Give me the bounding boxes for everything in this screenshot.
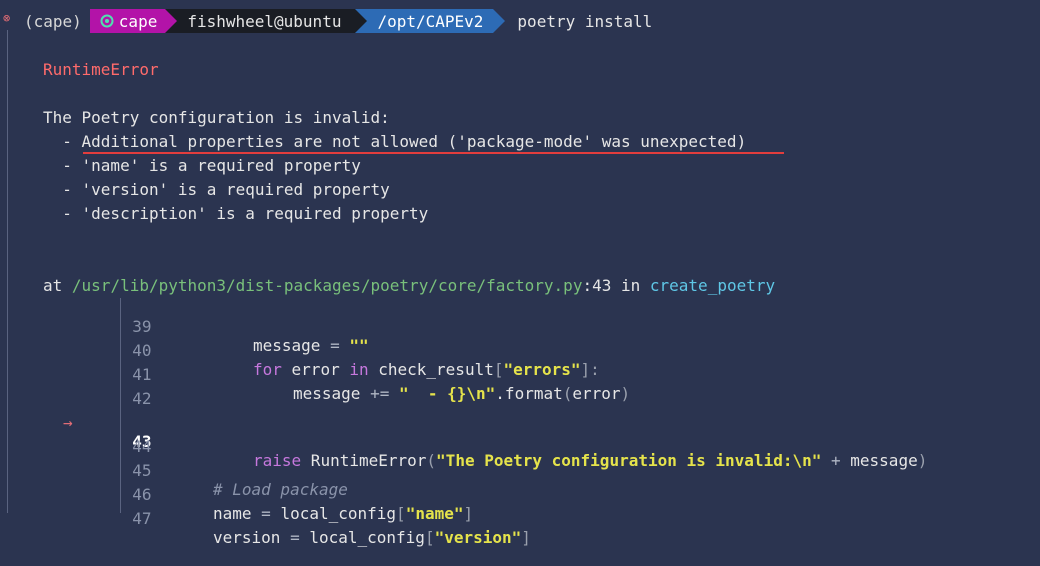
error-title: RuntimeError <box>43 60 159 79</box>
code-line: 40 for error in check_result["errors"]: <box>0 322 600 379</box>
code-line: 46 name = local_config["name"] <box>0 466 473 523</box>
highlight-underline <box>83 152 784 154</box>
error-item: - 'description' is a required property <box>43 204 429 223</box>
line-number: 46 <box>132 485 152 504</box>
line-number: 39 <box>132 317 152 336</box>
trace-location: at /usr/lib/python3/dist-packages/poetry… <box>43 276 776 295</box>
error-status-icon: ⊗ <box>3 11 11 25</box>
venv-segment: cape <box>89 9 178 33</box>
user-host-segment: fishwheel@ubuntu <box>165 9 368 33</box>
error-item: - 'version' is a required property <box>43 180 390 199</box>
line-number: 47 <box>132 509 152 528</box>
venv-name: cape <box>118 11 158 31</box>
code-line: 44 <box>0 418 151 456</box>
line-number: 45 <box>132 461 152 480</box>
cwd-segment: /opt/CAPEv2 <box>355 9 506 33</box>
error-item: - 'name' is a required property <box>43 156 361 175</box>
trace-file-path[interactable]: /usr/lib/python3/dist-packages/poetry/co… <box>72 276 583 295</box>
code-line-current: → 43 raise RuntimeError("The Poetry conf… <box>0 394 927 470</box>
conda-env-label: (cape) <box>24 11 82 31</box>
python-env-icon <box>100 14 114 28</box>
shell-prompt: (cape) cape fishwheel@ubuntu /opt/CAPEv2… <box>24 9 652 33</box>
user-host: fishwheel@ubuntu <box>187 11 342 31</box>
code-line: 42 <box>0 370 151 408</box>
code-line: 39 message = "" <box>0 298 368 355</box>
error-item: - Additional properties are not allowed … <box>43 132 747 151</box>
line-number: 40 <box>132 341 152 360</box>
current-line-arrow-icon: → <box>63 413 73 432</box>
trace-function: create_poetry <box>649 276 776 295</box>
cwd: /opt/CAPEv2 <box>377 11 484 31</box>
line-number: 41 <box>132 365 152 384</box>
trace-line-number: 43 <box>592 276 612 295</box>
line-number: 42 <box>132 389 152 408</box>
code-line: 45 # Load package <box>0 442 348 499</box>
code-line: 47 version = local_config["version"] <box>0 490 531 547</box>
code-line: 41 message += " - {}\n".format(error) <box>0 346 630 403</box>
command-text: poetry install <box>517 11 653 31</box>
line-number: 44 <box>132 437 152 456</box>
error-message: The Poetry configuration is invalid: <box>43 108 390 127</box>
